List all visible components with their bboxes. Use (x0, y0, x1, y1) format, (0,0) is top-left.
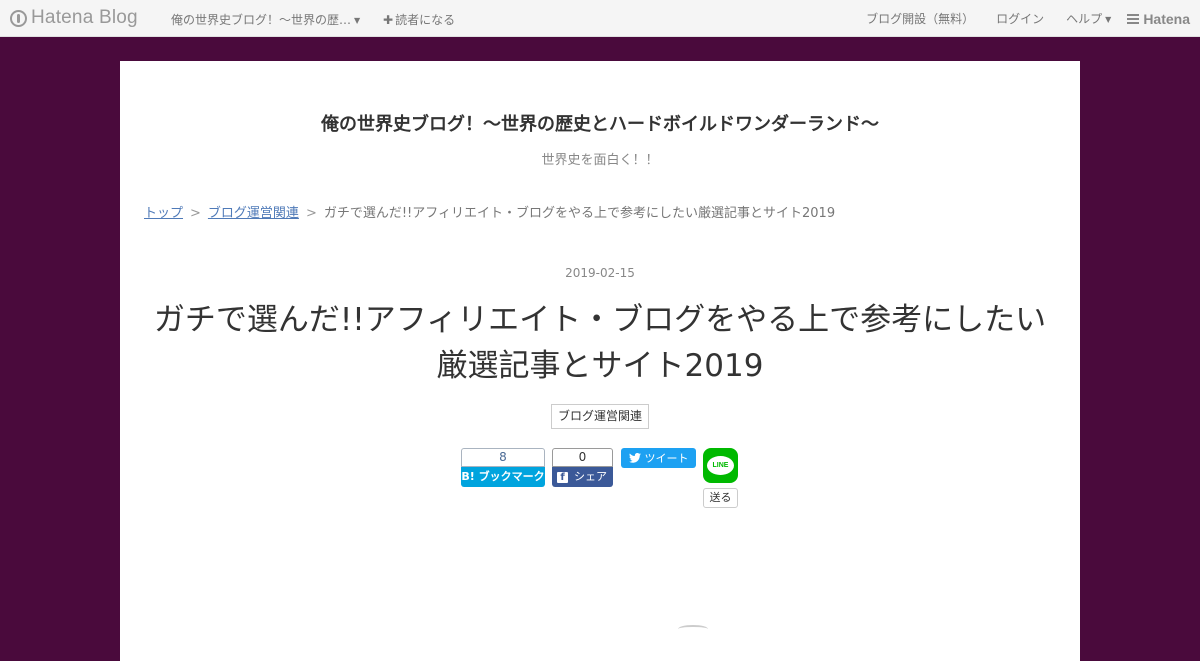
facebook-share-count: 0 (552, 448, 613, 467)
plus-icon: ✚ (383, 13, 394, 27)
hatena-logo-icon (10, 9, 27, 27)
hatena-blog-logo[interactable]: Hatena Blog (10, 7, 138, 29)
hatena-brand-link[interactable]: Hatena (1127, 11, 1190, 27)
line-send-label[interactable]: 送る (703, 488, 738, 508)
header-right-links: ブログ開設（無料） ログイン ヘルプ ▼ Hatena (844, 10, 1190, 27)
chevron-down-icon: ▼ (1105, 15, 1112, 24)
blog-switcher[interactable]: 俺の世界史ブログ！～世界の歴… ▼ (171, 11, 360, 28)
facebook-share-label: シェア (574, 470, 607, 483)
subscribe-button[interactable]: ✚ 読者になる (383, 11, 455, 28)
breadcrumb-category-link[interactable]: ブログ運営関連 (208, 206, 299, 221)
eyecatch-image-edge (678, 625, 708, 633)
login-link[interactable]: ログイン (996, 10, 1044, 27)
hatena-brand-text: Hatena (1143, 10, 1190, 27)
help-label: ヘルプ (1066, 12, 1103, 26)
breadcrumb-current: ガチで選んだ!!アフィリエイト・ブログをやる上で参考にしたい厳選記事とサイト20… (323, 206, 836, 221)
breadcrumb-separator: > (305, 206, 317, 221)
line-logo-icon: LINE (707, 456, 734, 475)
line-share-button[interactable]: LINE (703, 448, 738, 483)
signup-link[interactable]: ブログ開設（無料） (866, 10, 974, 27)
breadcrumb: トップ > ブログ運営関連 > ガチで選んだ!!アフィリエイト・ブログをやる上で参考にし… (144, 202, 835, 221)
chevron-down-icon: ▼ (354, 16, 361, 25)
facebook-share-button[interactable]: 0 f シェア (552, 448, 613, 487)
help-menu[interactable]: ヘルプ ▼ (1066, 10, 1111, 27)
subscribe-label: 読者になる (395, 13, 456, 27)
twitter-bird-icon (628, 453, 641, 463)
twitter-tweet-button[interactable]: ツイート (621, 448, 696, 468)
blog-description: 世界史を面白く！！ (541, 153, 659, 168)
facebook-icon: f (557, 471, 568, 483)
hatena-menu-icon (1127, 12, 1140, 26)
blog-main-card: 俺の世界史ブログ！～世界の歴史とハードボイルドワンダーランド～ 世界史を面白く！… (120, 61, 1080, 661)
blog-switcher-label: 俺の世界史ブログ！～世界の歴… (171, 13, 352, 27)
blog-title[interactable]: 俺の世界史ブログ！～世界の歴史とハードボイルドワンダーランド～ (120, 110, 1080, 136)
logo-text: Hatena Blog (31, 7, 138, 28)
entry-title[interactable]: ガチで選んだ!!アフィリエイト・ブログをやる上で参考にしたい厳選記事とサイト20… (140, 297, 1060, 389)
breadcrumb-separator: > (190, 206, 201, 221)
breadcrumb-top-link[interactable]: トップ (144, 206, 183, 221)
global-header: Hatena Blog 俺の世界史ブログ！～世界の歴… ▼ ✚ 読者になる ブログ開… (0, 0, 1200, 37)
hatena-bookmark-button[interactable]: 8 B! ブックマーク (461, 448, 545, 487)
twitter-tweet-label: ツイート (644, 452, 689, 465)
hatena-bookmark-label: B! ブックマーク (461, 467, 545, 487)
facebook-share-label-row: f シェア (552, 467, 613, 487)
category-badge[interactable]: ブログ運営関連 (551, 404, 649, 429)
entry-date[interactable]: 2019-02-15 (120, 266, 1080, 280)
hatena-bookmark-count[interactable]: 8 (461, 448, 545, 467)
